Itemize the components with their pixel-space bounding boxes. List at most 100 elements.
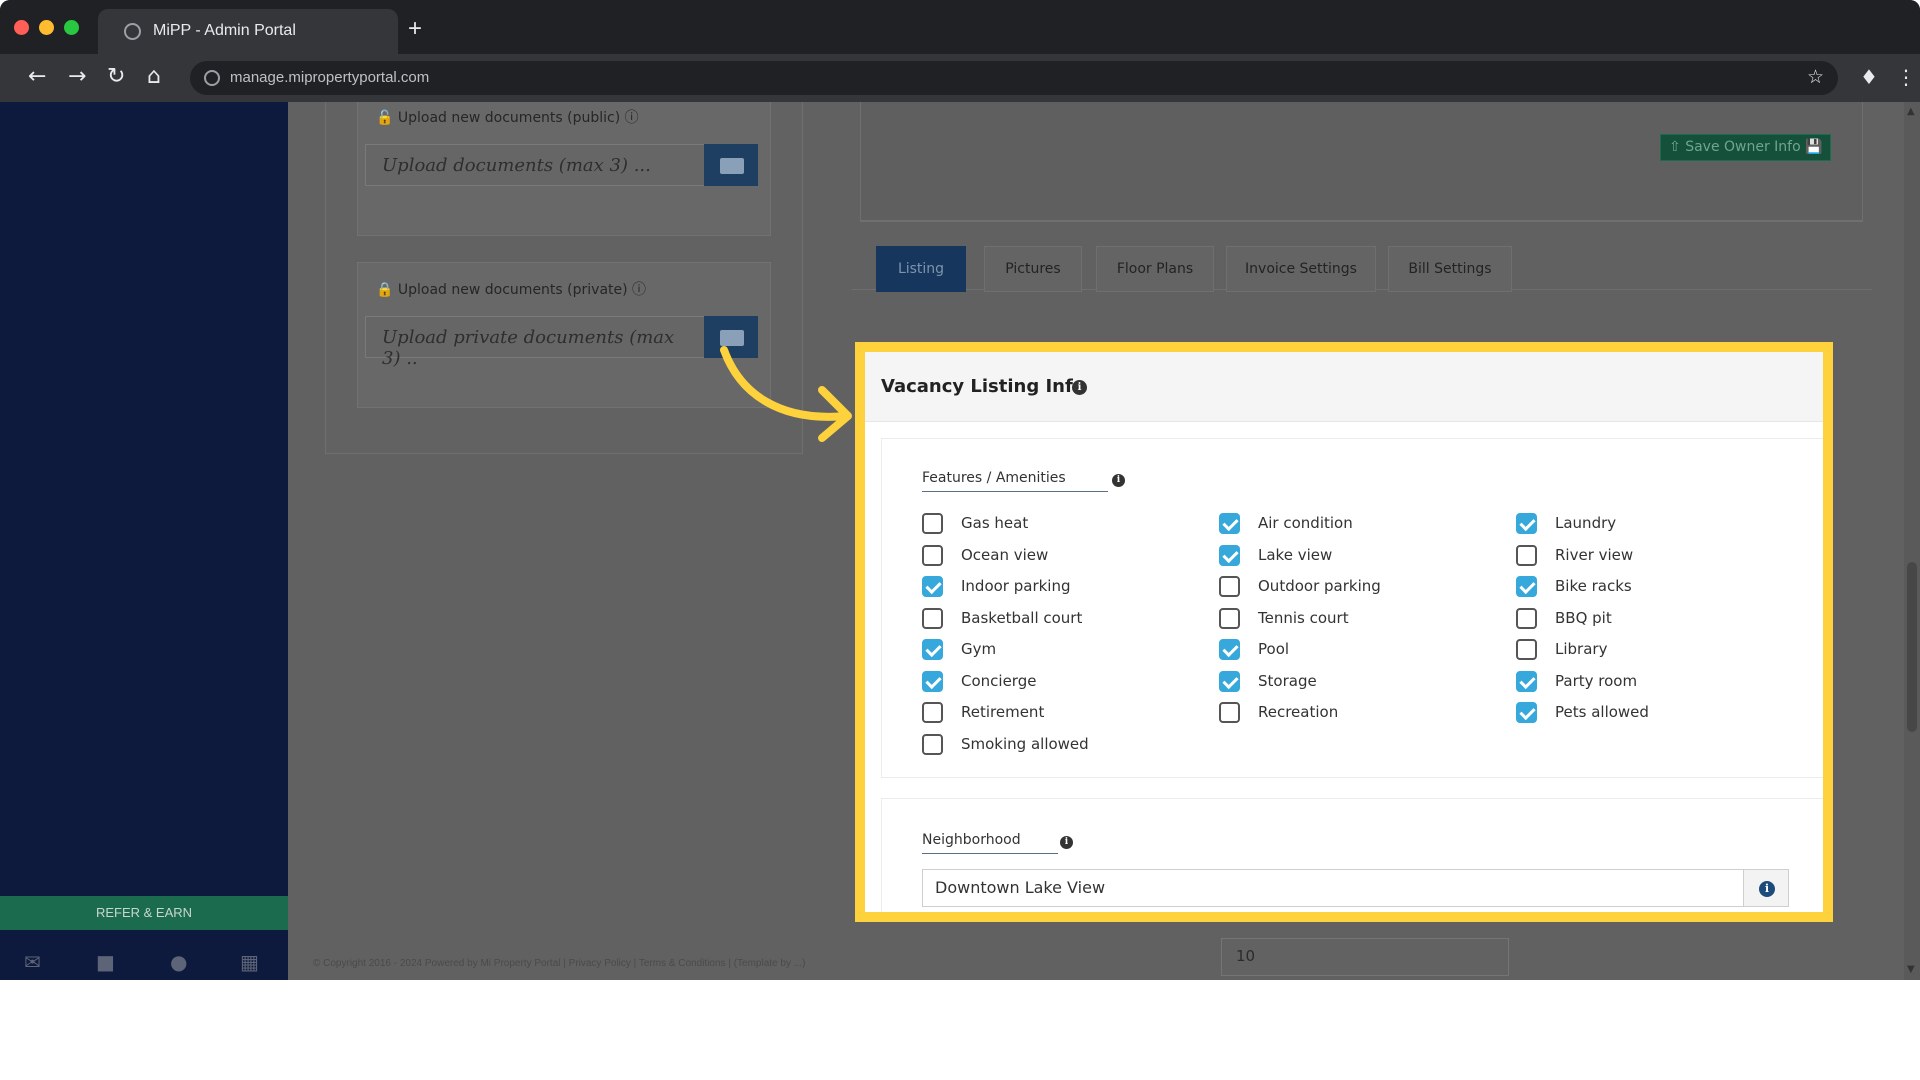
amenity-label: Basketball court bbox=[961, 608, 1083, 627]
features-label: Features / Amenities bbox=[922, 470, 1066, 486]
info-icon: ⓘ bbox=[632, 282, 647, 298]
upload-public-input[interactable]: Upload documents (max 3) ... bbox=[365, 144, 705, 186]
features-section: Features / Amenities i Gas heat Ocean vie… bbox=[881, 438, 1823, 778]
amenity-label: Pool bbox=[1258, 640, 1290, 658]
neighborhood-underline bbox=[922, 853, 1058, 854]
back-icon[interactable]: ← bbox=[28, 66, 46, 88]
home-icon[interactable]: ⌂ bbox=[147, 66, 161, 88]
info-icon[interactable]: i bbox=[1072, 380, 1087, 395]
page-scrollbar[interactable]: ▲ ▼ bbox=[1904, 102, 1920, 980]
upload-public-box: 🔓 Upload new documents (public) ⓘ Upload… bbox=[357, 102, 771, 236]
amenity-label: Pets allowed bbox=[1555, 703, 1649, 721]
amenity-label: Indoor parking bbox=[961, 577, 1071, 595]
amenity-checkbox[interactable] bbox=[1219, 702, 1240, 723]
calendar-icon[interactable]: ▦ bbox=[240, 950, 259, 974]
amenity-label: Gym bbox=[961, 640, 997, 658]
amenity-checkbox[interactable] bbox=[1516, 639, 1537, 660]
maximize-window-button[interactable] bbox=[64, 20, 79, 35]
save-owner-info-button[interactable]: ⇧ Save Owner Info 💾 bbox=[1660, 134, 1831, 161]
reload-icon[interactable]: ↻ bbox=[107, 66, 125, 88]
amenity-checkbox[interactable] bbox=[1219, 670, 1240, 692]
refer-earn-button[interactable]: REFER & EARN bbox=[0, 896, 288, 930]
user-icon[interactable]: ● bbox=[170, 950, 187, 974]
folder-open-icon bbox=[720, 158, 744, 174]
extensions-icon[interactable]: ♦ bbox=[1860, 66, 1878, 88]
amenity-checkbox[interactable] bbox=[1219, 576, 1240, 597]
scroll-up-icon[interactable]: ▲ bbox=[1907, 106, 1915, 117]
amenity-checkbox[interactable] bbox=[922, 670, 943, 692]
divider bbox=[860, 220, 1863, 221]
info-icon: ⓘ bbox=[624, 110, 639, 126]
card-title: Vacancy Listing Info bbox=[881, 376, 1086, 397]
owner-info-panel bbox=[860, 102, 1863, 222]
amenity-checkbox[interactable] bbox=[922, 576, 943, 597]
amenity-label: Lake view bbox=[1258, 545, 1333, 564]
upload-private-header: 🔒 Upload new documents (private) ⓘ bbox=[376, 282, 647, 298]
amenity-checkbox[interactable] bbox=[922, 639, 943, 660]
amenity-checkbox[interactable] bbox=[1516, 544, 1537, 566]
browser-tab[interactable]: MiPP - Admin Portal bbox=[98, 9, 398, 54]
close-window-button[interactable] bbox=[14, 20, 29, 35]
neighborhood-info-button[interactable]: i bbox=[1743, 869, 1789, 907]
amenity-label: Laundry bbox=[1555, 514, 1617, 532]
amenity-checkbox[interactable] bbox=[1516, 607, 1537, 629]
neighborhood-input[interactable]: Downtown Lake View bbox=[922, 869, 1744, 907]
minimize-window-button[interactable] bbox=[39, 20, 54, 35]
amenity-checkbox[interactable] bbox=[922, 544, 943, 566]
amenity-checkbox[interactable] bbox=[1219, 639, 1240, 660]
vacancy-listing-card: Vacancy Listing Info i Features / Amenit… bbox=[855, 342, 1833, 922]
amenity-label: BBQ pit bbox=[1555, 608, 1612, 627]
footer-text: © Copyright 2016 - 2024 Powered by Mi Pr… bbox=[313, 958, 806, 969]
new-tab-button[interactable]: + bbox=[408, 17, 422, 41]
tab-listing[interactable]: Listing bbox=[876, 246, 966, 292]
upload-private-input[interactable]: Upload private documents (max 3) .. bbox=[365, 316, 705, 369]
bookmark-star-icon[interactable]: ☆ bbox=[1807, 66, 1824, 88]
amenity-label: Gas heat bbox=[961, 514, 1029, 532]
amenity-label: Concierge bbox=[961, 671, 1037, 690]
amenity-checkbox[interactable] bbox=[1219, 513, 1240, 534]
amenity-checkbox[interactable] bbox=[922, 702, 943, 723]
amenity-label: River view bbox=[1555, 545, 1634, 564]
info-icon[interactable]: i bbox=[1060, 836, 1073, 849]
amenity-label: Bike racks bbox=[1555, 577, 1632, 595]
upload-public-header: 🔓 Upload new documents (public) ⓘ bbox=[376, 110, 639, 126]
upload-public-label: Upload new documents (public) bbox=[397, 110, 621, 126]
browser-toolbar: ← → ↻ ⌂ manage.mipropertyportal.com ☆ ♦ … bbox=[0, 54, 1920, 102]
tab-title: MiPP - Admin Portal bbox=[153, 22, 296, 39]
sidebar-icon-bar: ✉ ■ ● ▦ bbox=[0, 944, 288, 980]
browser-window: MiPP - Admin Portal + ← → ↻ ⌂ manage.mip… bbox=[0, 0, 1920, 980]
amenity-checkbox[interactable] bbox=[1516, 670, 1537, 692]
info-icon: i bbox=[1759, 881, 1775, 897]
amenity-label: Retirement bbox=[961, 703, 1045, 721]
amenity-checkbox[interactable] bbox=[1219, 607, 1240, 629]
tab-floor-plans[interactable]: Floor Plans bbox=[1096, 246, 1214, 292]
tab-pictures[interactable]: Pictures bbox=[984, 246, 1082, 292]
browser-menu-icon[interactable]: ⋮ bbox=[1896, 66, 1916, 88]
amenity-checkbox[interactable] bbox=[1516, 702, 1537, 723]
callout-arrow-icon bbox=[720, 346, 852, 442]
amenity-label: Smoking allowed bbox=[961, 734, 1089, 753]
address-bar[interactable]: manage.mipropertyportal.com ☆ bbox=[190, 61, 1838, 95]
forward-icon[interactable]: → bbox=[68, 66, 86, 88]
amenity-checkbox[interactable] bbox=[922, 733, 943, 755]
amenity-label: Storage bbox=[1258, 671, 1317, 690]
info-icon[interactable]: i bbox=[1112, 474, 1125, 487]
amenity-checkbox[interactable] bbox=[922, 607, 943, 629]
amenity-checkbox[interactable] bbox=[1516, 513, 1537, 534]
scrollbar-thumb[interactable] bbox=[1907, 562, 1917, 732]
sidebar: REFER & EARN ✉ ■ ● ▦ bbox=[0, 102, 288, 980]
amenity-checkbox[interactable] bbox=[1516, 576, 1537, 597]
tab-bill-settings[interactable]: Bill Settings bbox=[1388, 246, 1512, 292]
amenity-checkbox[interactable] bbox=[1219, 544, 1240, 566]
globe-icon bbox=[124, 23, 141, 40]
upload-private-label: Upload new documents (private) bbox=[397, 282, 628, 298]
tab-invoice-settings[interactable]: Invoice Settings bbox=[1226, 246, 1376, 292]
below-field[interactable]: 10 bbox=[1221, 938, 1509, 976]
scroll-down-icon[interactable]: ▼ bbox=[1907, 964, 1915, 975]
briefcase-icon[interactable]: ■ bbox=[96, 950, 115, 974]
mail-icon[interactable]: ✉ bbox=[24, 950, 41, 974]
site-info-icon[interactable] bbox=[204, 70, 220, 86]
browse-public-button[interactable] bbox=[704, 144, 758, 186]
amenity-label: Party room bbox=[1555, 671, 1638, 690]
amenity-checkbox[interactable] bbox=[922, 513, 943, 534]
